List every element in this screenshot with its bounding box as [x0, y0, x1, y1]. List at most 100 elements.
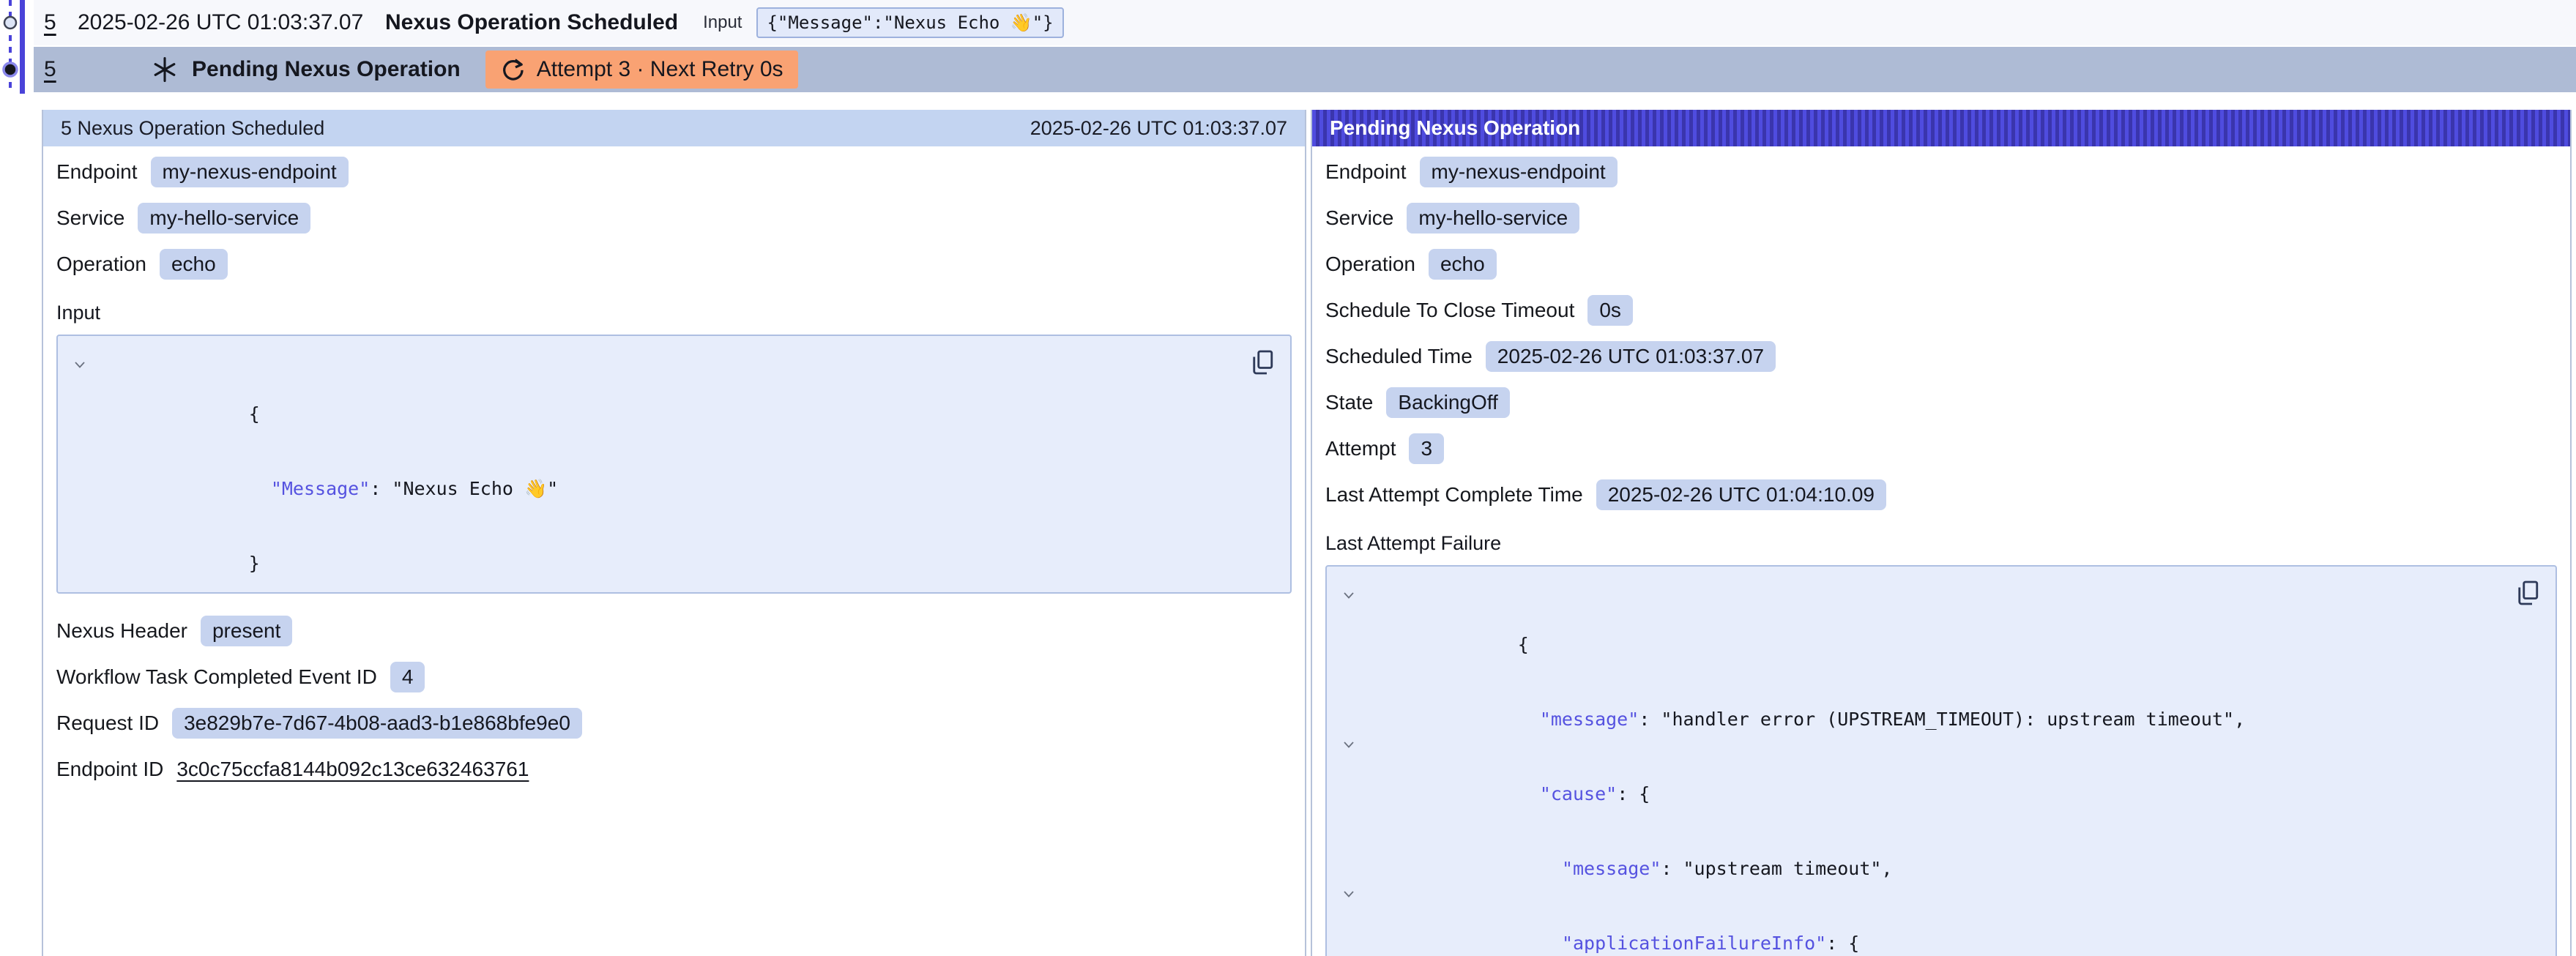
json-line-text: "message": "handler error (UPSTREAM_TIME…: [1363, 657, 2245, 732]
failure-json-block: { "message": "handler error (UPS: [1325, 565, 2557, 956]
field-label: State: [1325, 391, 1373, 414]
timeline-active-bar: [20, 0, 25, 94]
field-value[interactable]: present: [201, 616, 292, 646]
field-value: BackingOff: [1386, 387, 1509, 418]
field-label: Service: [1325, 206, 1393, 230]
input-section-label: Input: [56, 302, 1292, 324]
detail-field: Service my-hello-service: [56, 201, 1292, 235]
copy-icon[interactable]: [1249, 348, 1276, 377]
timeline-node-open-icon: [4, 17, 16, 29]
scheduled-panel-header: 5 Nexus Operation Scheduled 2025-02-26 U…: [43, 110, 1305, 146]
input-json-lines: { "Message": "Nexus Echo 👋": [65, 352, 1239, 576]
json-line-text: "cause": {: [1363, 732, 1650, 807]
event-timeline-rail: [0, 0, 34, 102]
field-label: Workflow Task Completed Event ID: [56, 665, 377, 689]
detail-field: State BackingOff: [1325, 386, 2557, 419]
detail-field: Scheduled Time 2025-02-26 UTC 01:03:37.0…: [1325, 340, 2557, 373]
detail-field: Nexus Header present: [56, 614, 1292, 648]
scheduled-panel-time: 2025-02-26 UTC 01:03:37.07: [1030, 117, 1287, 140]
pending-panel-title: Pending Nexus Operation: [1330, 116, 1580, 140]
json-line: {: [1334, 583, 2504, 657]
field-label: Last Attempt Complete Time: [1325, 483, 1583, 507]
detail-field: Endpoint ID 3c0c75ccfa8144b092c13ce63246…: [56, 753, 1292, 786]
collapse-chevron-icon[interactable]: [1334, 881, 1363, 906]
field-value: 2025-02-26 UTC 01:03:37.07: [1486, 341, 1776, 372]
field-value[interactable]: 4: [390, 662, 425, 692]
workflow-event-history-page: 5 2025-02-26 UTC 01:03:37.07 Nexus Opera…: [0, 0, 2576, 956]
field-label: Endpoint: [1325, 160, 1407, 184]
event-time: 2025-02-26 UTC 01:03:37.07: [78, 10, 385, 35]
json-line-text: "Message": "Nexus Echo 👋": [94, 427, 558, 501]
field-label: Service: [56, 206, 124, 230]
json-line: }: [65, 501, 1239, 576]
detail-field: Endpoint my-nexus-endpoint: [1325, 155, 2557, 189]
collapse-chevron-icon[interactable]: [65, 352, 94, 377]
event-row-scheduled[interactable]: 5 2025-02-26 UTC 01:03:37.07 Nexus Opera…: [34, 0, 2576, 45]
copy-icon[interactable]: [2514, 578, 2541, 608]
detail-field: Endpoint my-nexus-endpoint: [56, 155, 1292, 189]
field-label: Attempt: [1325, 437, 1396, 460]
retry-icon: [500, 57, 525, 82]
retry-badge: Attempt 3 · Next Retry 0s: [485, 51, 798, 89]
scheduled-fields-bottom: Nexus Header present Workflow Task Compl…: [56, 614, 1292, 786]
field-value[interactable]: 3e829b7e-7d67-4b08-aad3-b1e868bfe9e0: [172, 708, 582, 739]
field-value: my-nexus-endpoint: [151, 157, 349, 187]
detail-field: Schedule To Close Timeout 0s: [1325, 294, 2557, 327]
detail-field: Workflow Task Completed Event ID 4: [56, 660, 1292, 694]
field-label: Nexus Header: [56, 619, 187, 643]
failure-json-lines: { "message": "handler error (UPS: [1334, 583, 2504, 956]
pending-asterisk-icon: [151, 56, 179, 83]
pending-operation-panel: Pending Nexus Operation Endpoint my-nexu…: [1311, 110, 2572, 956]
json-line: {: [65, 352, 1239, 427]
detail-field: Attempt 3: [1325, 432, 2557, 466]
json-line: "message": "upstream timeout",: [1334, 807, 2504, 881]
field-label: Operation: [56, 253, 146, 276]
detail-field: Operation echo: [56, 247, 1292, 281]
detail-field: Service my-hello-service: [1325, 201, 2557, 235]
field-value[interactable]: 3c0c75ccfa8144b092c13ce632463761: [176, 758, 529, 781]
scheduled-fields-top: Endpoint my-nexus-endpoint Service my-he…: [56, 155, 1292, 281]
json-line-text: "applicationFailureInfo": {: [1363, 881, 1859, 956]
failure-section-label: Last Attempt Failure: [1325, 532, 2557, 555]
field-label: Schedule To Close Timeout: [1325, 299, 1574, 322]
retry-badge-label: Attempt 3 · Next Retry 0s: [537, 57, 783, 82]
json-line-text: }: [94, 501, 271, 576]
detail-field: Operation echo: [1325, 247, 2557, 281]
json-line-text: {: [94, 352, 271, 427]
event-id-link[interactable]: 5: [44, 10, 78, 35]
detail-field: Last Attempt Complete Time 2025-02-26 UT…: [1325, 478, 2557, 512]
input-json-block: { "Message": "Nexus Echo 👋": [56, 335, 1292, 594]
collapse-chevron-icon[interactable]: [1334, 583, 1363, 608]
json-line-text: {: [1363, 583, 1540, 657]
field-label: Endpoint: [56, 160, 138, 184]
field-value: 0s: [1587, 295, 1633, 326]
field-value: 2025-02-26 UTC 01:04:10.09: [1596, 479, 1886, 510]
detail-field: Request ID 3e829b7e-7d67-4b08-aad3-b1e86…: [56, 706, 1292, 740]
pending-title: Pending Nexus Operation: [192, 57, 461, 82]
field-value: my-hello-service: [1407, 203, 1579, 234]
timeline-node-current-icon: [4, 63, 17, 76]
field-label: Scheduled Time: [1325, 345, 1473, 368]
json-line-text: "message": "upstream timeout",: [1363, 807, 1892, 881]
scheduled-panel-title: 5 Nexus Operation Scheduled: [61, 117, 324, 140]
json-line: "applicationFailureInfo": {: [1334, 881, 2504, 956]
field-value: echo: [1429, 249, 1497, 280]
field-value: 3: [1409, 433, 1444, 464]
scheduled-event-panel: 5 Nexus Operation Scheduled 2025-02-26 U…: [42, 110, 1306, 956]
field-label: Operation: [1325, 253, 1415, 276]
event-input-preview: {"Message":"Nexus Echo 👋"}: [756, 7, 1063, 38]
collapse-chevron-icon[interactable]: [1334, 732, 1363, 757]
event-title: Nexus Operation Scheduled: [385, 10, 678, 35]
json-line: "Message": "Nexus Echo 👋": [65, 427, 1239, 501]
json-line: "cause": {: [1334, 732, 2504, 807]
pending-panel-header: Pending Nexus Operation: [1312, 110, 2570, 146]
field-value: my-hello-service: [138, 203, 310, 234]
pending-fields: Endpoint my-nexus-endpoint Service my-he…: [1325, 155, 2557, 512]
event-id-link[interactable]: 5: [44, 57, 78, 82]
field-value: my-nexus-endpoint: [1420, 157, 1618, 187]
event-input-label: Input: [703, 12, 742, 33]
field-value: echo: [160, 249, 228, 280]
field-label: Endpoint ID: [56, 758, 163, 781]
event-row-pending[interactable]: 5 Pending Nexus Operation Attempt 3 · Ne…: [34, 47, 2576, 92]
field-label: Request ID: [56, 712, 159, 735]
